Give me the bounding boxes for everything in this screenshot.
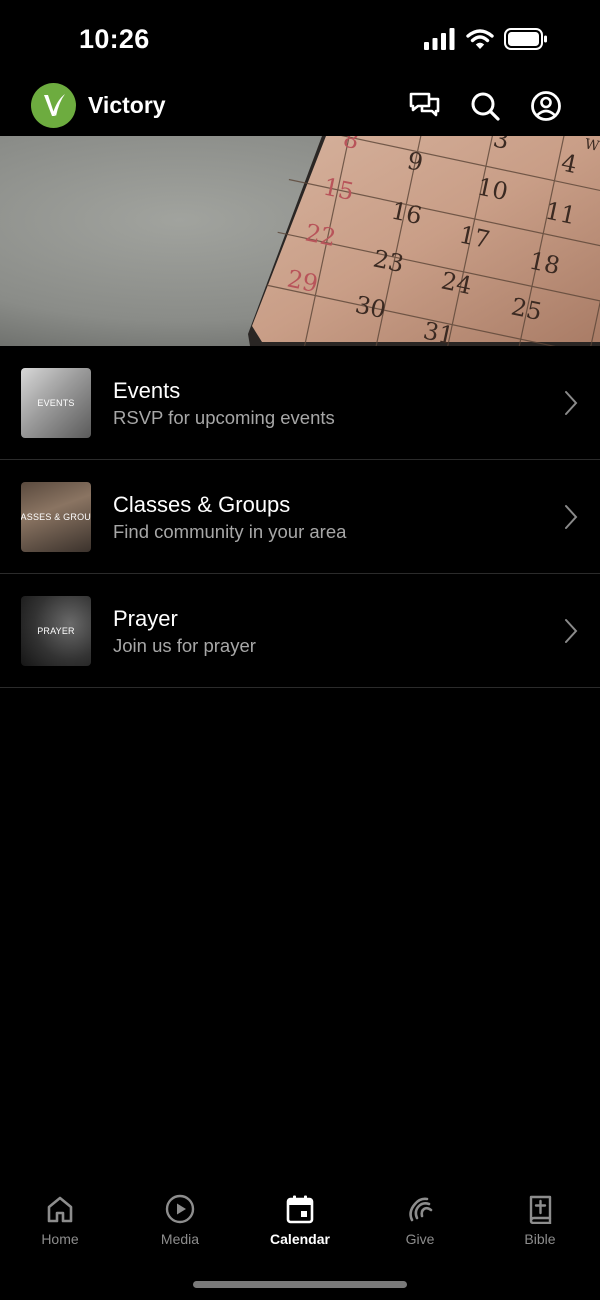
tab-label: Calendar [270, 1231, 330, 1247]
calendar-number: W [583, 136, 600, 155]
list-item-title: Prayer [113, 606, 178, 631]
list-item-prayer[interactable]: PRAYER Prayer Join us for prayer [0, 574, 600, 688]
list-item-subtitle: RSVP for upcoming events [113, 407, 335, 428]
chevron-right-icon [565, 505, 578, 529]
tab-label: Bible [524, 1231, 556, 1247]
chevron-right-icon [565, 619, 578, 643]
thumbnail-label: PRAYER [37, 626, 75, 636]
messages-icon[interactable] [408, 90, 440, 122]
chevron-right-icon [565, 391, 578, 415]
tab-calendar[interactable]: Calendar [240, 1194, 360, 1247]
signal-icon [424, 28, 455, 50]
tab-label: Give [405, 1231, 435, 1247]
give-icon [409, 1197, 433, 1222]
calendar-photo: 8 9 15 16 22 23 29 30 3 10 17 24 31 4 11… [0, 136, 600, 346]
tab-bible[interactable]: Bible [480, 1194, 600, 1247]
status-icons [424, 28, 548, 50]
calendar-icon [286, 1195, 314, 1224]
app-header: Victory [0, 80, 600, 136]
menu-list: EVENTS Events RSVP for upcoming events C… [0, 346, 600, 688]
list-item-subtitle: Join us for prayer [113, 635, 256, 656]
tab-media[interactable]: Media [120, 1194, 240, 1247]
search-icon[interactable] [469, 90, 501, 122]
tab-give[interactable]: Give [360, 1194, 480, 1247]
battery-icon [504, 28, 547, 50]
status-time: 10:26 [79, 24, 150, 54]
thumbnail-label: EVENTS [37, 398, 75, 408]
events-thumbnail: EVENTS [21, 368, 91, 438]
home-icon [47, 1196, 73, 1223]
play-circle-icon [165, 1194, 195, 1224]
list-item-title: Classes & Groups [113, 492, 291, 517]
hero-banner: 8 9 15 16 22 23 29 30 3 10 17 24 31 4 11… [0, 136, 600, 346]
status-bar: 10:26 [0, 0, 600, 80]
classes-groups-thumbnail: CLASSES & GROUPS [21, 482, 91, 552]
tab-label: Media [160, 1231, 200, 1247]
thumbnail-label: CLASSES & GROUPS [21, 512, 91, 522]
wifi-icon [466, 29, 494, 49]
tab-home[interactable]: Home [0, 1194, 120, 1247]
prayer-thumbnail: PRAYER [21, 596, 91, 666]
list-item-classes-groups[interactable]: CLASSES & GROUPS Classes & Groups Find c… [0, 460, 600, 574]
home-indicator[interactable] [193, 1281, 407, 1288]
bible-icon [529, 1195, 552, 1224]
profile-icon[interactable] [530, 90, 562, 122]
victory-logo-icon[interactable] [31, 83, 76, 128]
app-title: Victory [88, 92, 166, 118]
list-item-title: Events [113, 378, 181, 403]
calendar-number: 31 [421, 316, 457, 346]
list-item-subtitle: Find community in your area [113, 521, 347, 542]
tab-label: Home [41, 1231, 79, 1247]
list-item-events[interactable]: EVENTS Events RSVP for upcoming events [0, 346, 600, 460]
